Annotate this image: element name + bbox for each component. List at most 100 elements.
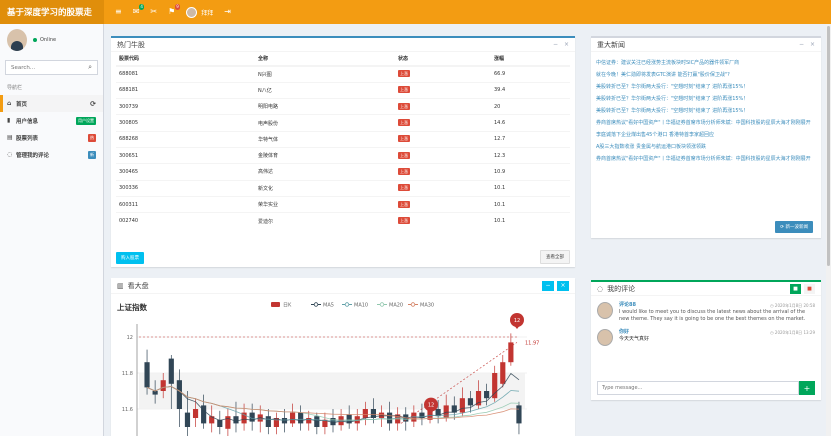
news-title: 重大新闻 <box>597 40 625 49</box>
comment-time: ◷ 2020年1月8日 13:29 <box>770 330 815 335</box>
news-link[interactable]: 就在今晚！美仁勋即将发表GTC演讲 能否打赢"股价保卫战"? <box>591 72 821 80</box>
table-header-row: 股票代码 全称 状态 涨幅 <box>116 52 570 67</box>
sidebar-item-home[interactable]: ⌂ 首页 ⟳ <box>0 95 103 112</box>
table-row[interactable]: 300739 明阳电路 上涨 20 <box>116 98 570 115</box>
news-link[interactable]: 美股转折已至？华尔街两大投行："空翘时刻"结束了 进阶再涨15%！ <box>591 84 821 92</box>
menu-toggle-icon[interactable]: ≡ <box>115 8 122 16</box>
comment-text: I would like to meet you to discuss the … <box>619 309 806 322</box>
table-row[interactable]: 300336 新文化 上涨 10.1 <box>116 179 570 197</box>
mark-pin-label: 12 <box>428 403 434 409</box>
cell-code: 300336 <box>116 179 255 197</box>
news-link[interactable]: 中信证券：建议关注已经涨势主流板块时SIC产品的器件领军厂商 <box>591 60 821 68</box>
cell-status: 上涨 <box>395 65 491 83</box>
comment-avatar <box>597 302 613 319</box>
more-news-button[interactable]: ⟳ 新一波新闻 <box>775 221 813 233</box>
table-row[interactable]: 300651 金陵体育 上涨 12.3 <box>116 146 570 164</box>
cell-status: 上涨 <box>395 195 491 213</box>
candle-body <box>144 362 150 388</box>
table-row[interactable]: 688181 N八亿 上涨 39.4 <box>116 81 570 99</box>
table-row[interactable]: 002740 爱迪尔 上涨 10.1 <box>116 212 570 229</box>
col-header-code: 股票代码 <box>116 52 255 67</box>
news-link[interactable]: A股三大指数收涨 贵金属与航运港口板块领涨领跌 <box>591 144 821 152</box>
status-green-button[interactable]: ■ <box>790 283 801 294</box>
candle-body <box>168 358 174 384</box>
scrollbar-thumb[interactable] <box>827 26 830 266</box>
candle-body <box>152 391 158 395</box>
cell-change: 10.1 <box>491 195 570 213</box>
comment-item: 你好 ◷ 2020年1月8日 13:29 今天天气真好 <box>591 329 821 346</box>
comment-author[interactable]: 评论88 <box>619 302 636 309</box>
collapse-icon[interactable]: − <box>553 41 558 48</box>
news-header: 重大新闻 − × <box>591 38 821 52</box>
cell-name: 高伟达 <box>255 163 395 181</box>
chart-icon: ▥ <box>117 281 124 290</box>
comment-author[interactable]: 你好 <box>619 329 629 336</box>
news-link[interactable]: 券商首席热议"看好中国资产"丨华福证券首席市场分析师朱斌：中国科技股的星辰大海才… <box>591 120 821 128</box>
close-icon[interactable]: × <box>564 41 569 48</box>
cell-change: 20 <box>491 98 570 115</box>
kline-chart[interactable]: 日K MA5 MA10 MA20 MA30 12 11.8 11.6 12 12 11.97 <box>111 296 575 436</box>
cell-code: 300805 <box>116 114 255 132</box>
comment-item: 评论88 ◷ 2020年1月8日 20:58 I would like to m… <box>591 302 821 323</box>
sidebar-item-my-comments[interactable]: ◌ 管理我的评论 新 <box>0 146 103 163</box>
cell-name: N兴图 <box>255 65 395 83</box>
table-row[interactable]: 688268 华特气体 上涨 12.7 <box>116 130 570 148</box>
control-sidebar-icon[interactable]: ⇥ <box>224 8 231 16</box>
cell-code: 600311 <box>116 195 255 213</box>
flag-icon[interactable]: ⚑ 9 <box>168 4 181 16</box>
table-row[interactable]: 688081 N兴图 上涨 66.9 <box>116 65 570 83</box>
cell-change: 39.4 <box>491 81 570 99</box>
cell-name: 明阳电路 <box>255 98 395 115</box>
news-link[interactable]: 券商首席热议"看好中国资产"丨华福证券首席市场分析师朱斌：中国科技股的星辰大海才… <box>591 156 821 164</box>
news-link[interactable]: 美股转折已至？华尔街两大投行："空翘时刻"结束了 进阶再涨15%！ <box>591 108 821 116</box>
user-name: 拜拜 <box>201 9 214 17</box>
candle-body <box>265 416 271 427</box>
sidebar-header: 导航栏 <box>7 85 23 91</box>
refresh-icon: ⟳ <box>90 99 96 108</box>
cell-name: N八亿 <box>255 81 395 99</box>
send-button[interactable]: + <box>799 381 815 395</box>
user-menu[interactable]: 拜拜 <box>186 6 214 18</box>
close-button[interactable]: × <box>557 280 569 291</box>
close-icon[interactable]: × <box>810 41 815 48</box>
comment-input[interactable] <box>597 381 799 395</box>
tasks-icon[interactable]: ✂ <box>150 4 163 16</box>
legend-label: MA5 <box>323 303 334 309</box>
y-tick-label: 11.8 <box>122 371 133 377</box>
search-icon[interactable]: ⌕ <box>88 63 92 72</box>
legend-swatch <box>410 302 416 307</box>
hot-stocks-header: 热门牛股 − × <box>111 38 575 52</box>
cell-change: 10.1 <box>491 179 570 197</box>
status-red-button[interactable]: ■ <box>804 283 815 294</box>
cell-code: 002740 <box>116 212 255 229</box>
collapse-icon[interactable]: − <box>799 41 804 48</box>
mark-pin-tail <box>513 324 521 329</box>
top-navbar: 基于深度学习的股票走 ≡ ✉ 4 ✂ ⚑ 9 拜拜 ⇥ <box>0 0 831 24</box>
candle-body <box>289 412 296 424</box>
view-all-button[interactable]: 查看全部 <box>540 250 570 264</box>
buy-stock-button[interactable]: 购入股票 <box>116 252 144 264</box>
candle-body <box>176 380 182 409</box>
hot-stocks-box: 热门牛股 − × 股票代码 全称 状态 涨幅 688081 N兴图 上涨 66.9 68… <box>111 36 575 267</box>
sidebar-item-user-info[interactable]: ▮ 用户信息 用户设置 <box>0 112 103 129</box>
table-row[interactable]: 300805 电声股份 上涨 14.6 <box>116 114 570 132</box>
online-status-text: Online <box>40 37 57 43</box>
main-sidebar: Online ⌕ 导航栏 ⌂ 首页 ⟳ ▮ 用户信息 用户设置 ▤ 股票列表 热… <box>0 24 104 436</box>
page-scrollbar[interactable] <box>826 24 831 436</box>
collapse-button[interactable]: − <box>542 280 554 291</box>
table-row[interactable]: 600311 荣华实业 上涨 10.1 <box>116 195 570 213</box>
sidebar-search: ⌕ <box>5 60 98 75</box>
news-link[interactable]: 美股转折已至？华尔街两大投行："空翘时刻"结束了 进阶再涨15%！ <box>591 96 821 104</box>
sidebar-item-stock-list[interactable]: ▤ 股票列表 热 <box>0 129 103 146</box>
app-logo[interactable]: 基于深度学习的股票走 <box>0 0 104 24</box>
sidebar-item-label: 用户信息 <box>16 118 39 125</box>
kline-box: ▥ 看大盘 − × 上证指数 日K MA5 MA10 MA20 MA30 12 11.8 11… <box>111 278 575 436</box>
news-link[interactable]: 李庭诚落下企业煤出售45个港口 香港特首李家超回应 <box>591 132 821 140</box>
sidebar-search-input[interactable] <box>11 64 81 71</box>
table-row[interactable]: 300465 高伟达 上涨 10.9 <box>116 163 570 181</box>
cell-code: 300651 <box>116 146 255 164</box>
mail-icon[interactable]: ✉ 4 <box>133 4 145 16</box>
comments-header: ◌ 我的评论 ■ ■ <box>591 282 821 296</box>
status-badge: 上涨 <box>398 70 410 78</box>
user-icon: ▮ <box>7 117 11 124</box>
